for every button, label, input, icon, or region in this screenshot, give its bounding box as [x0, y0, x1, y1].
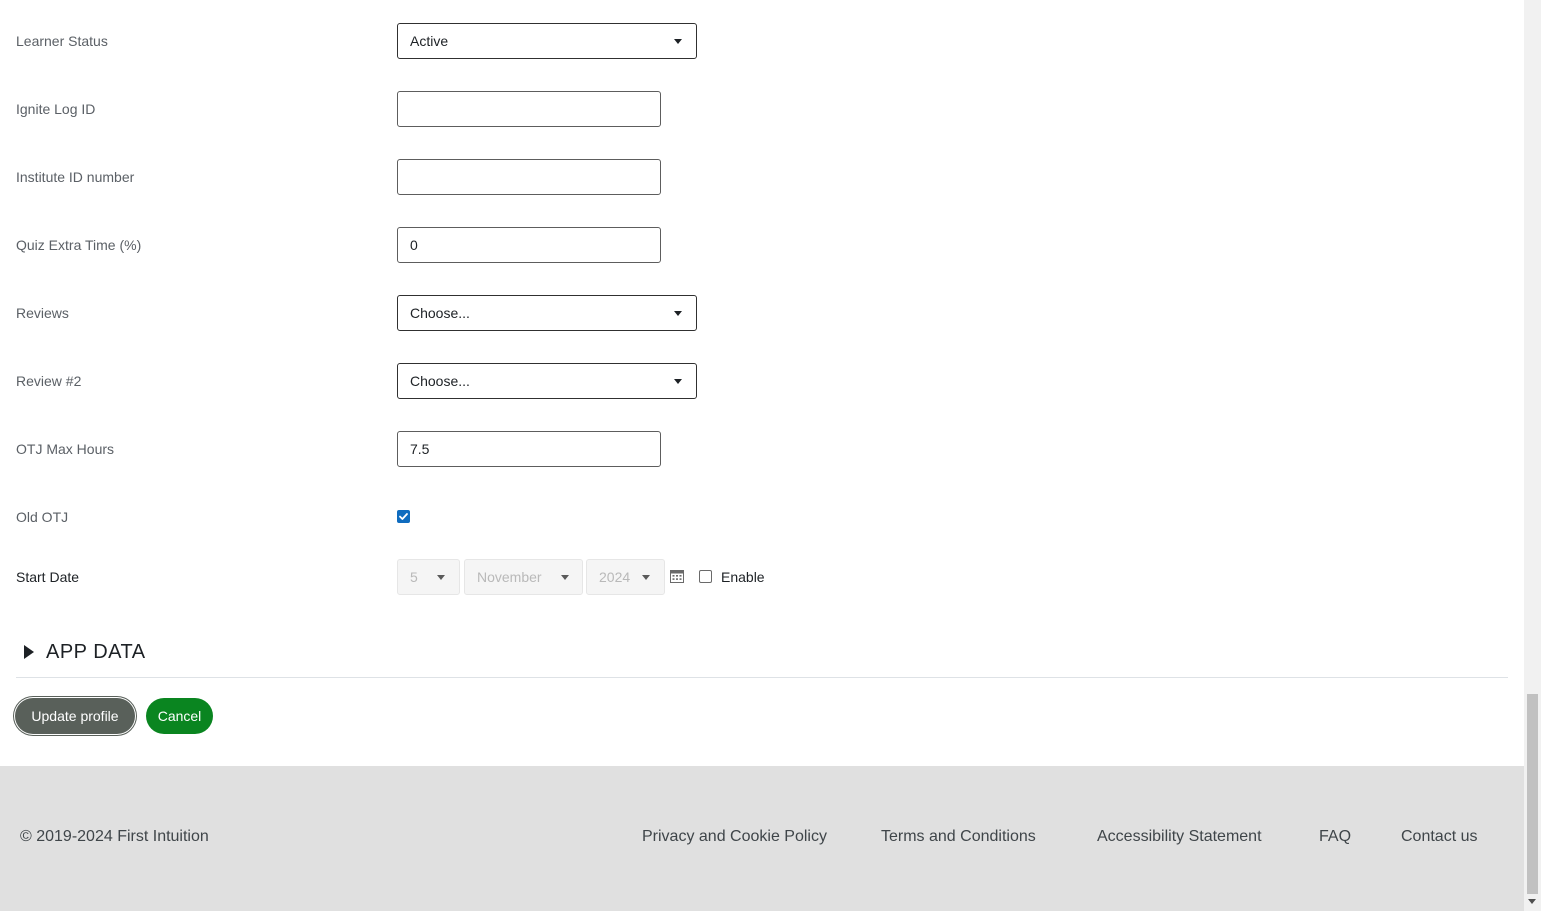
institute-id-label: Institute ID number — [16, 169, 135, 185]
quiz-extra-time-row: Quiz Extra Time (%) 0 — [0, 227, 1524, 263]
footer-link-privacy[interactable]: Privacy and Cookie Policy — [642, 826, 827, 848]
quiz-extra-time-label: Quiz Extra Time (%) — [16, 237, 142, 253]
calendar-icon[interactable] — [670, 569, 684, 583]
otj-max-hours-value: 7.5 — [410, 441, 430, 457]
start-date-year-select[interactable]: 2024 — [586, 559, 665, 595]
caret-down-icon — [674, 311, 682, 316]
learner-status-select[interactable]: Active — [397, 23, 697, 59]
learner-status-row: Learner Status Active — [0, 23, 1524, 59]
app-data-section-toggle[interactable]: APP DATA — [0, 634, 1524, 670]
review-2-label: Review #2 — [16, 373, 82, 389]
update-profile-button[interactable]: Update profile — [15, 698, 135, 734]
reviews-select[interactable]: Choose... — [397, 295, 697, 331]
checkmark-icon — [399, 513, 408, 520]
start-date-day-value: 5 — [410, 569, 418, 585]
footer-link-contact[interactable]: Contact us — [1401, 826, 1477, 848]
quiz-extra-time-value: 0 — [410, 237, 418, 253]
start-date-enable-checkbox[interactable] — [699, 570, 712, 583]
old-otj-checkbox[interactable] — [397, 510, 410, 523]
app-data-section-title: APP DATA — [46, 641, 146, 663]
review-2-select[interactable]: Choose... — [397, 363, 697, 399]
institute-id-row: Institute ID number — [0, 159, 1524, 195]
ignite-log-id-input[interactable] — [397, 91, 661, 127]
quiz-extra-time-input[interactable]: 0 — [397, 227, 661, 263]
footer-link-accessibility[interactable]: Accessibility Statement — [1097, 826, 1262, 848]
footer-link-faq[interactable]: FAQ — [1319, 826, 1351, 848]
start-date-row: Start Date 5 November 2024 Enable — [0, 559, 1524, 595]
footer: © 2019-2024 First Intuition Privacy and … — [0, 766, 1524, 911]
cancel-button[interactable]: Cancel — [146, 698, 213, 734]
old-otj-label: Old OTJ — [16, 509, 69, 525]
caret-down-icon — [437, 575, 445, 580]
caret-right-icon — [24, 645, 34, 659]
learner-status-value: Active — [410, 33, 449, 49]
review-2-row: Review #2 Choose... — [0, 363, 1524, 399]
reviews-label: Reviews — [16, 305, 69, 321]
ignite-log-id-row: Ignite Log ID — [0, 91, 1524, 127]
start-date-day-select[interactable]: 5 — [397, 559, 460, 595]
caret-down-icon — [561, 575, 569, 580]
start-date-enable-label[interactable]: Enable — [721, 559, 765, 595]
footer-link-terms[interactable]: Terms and Conditions — [881, 826, 1036, 848]
otj-max-hours-row: OTJ Max Hours 7.5 — [0, 431, 1524, 467]
start-date-month-select[interactable]: November — [464, 559, 583, 595]
institute-id-input[interactable] — [397, 159, 661, 195]
start-date-label: Start Date — [16, 569, 80, 585]
scrollbar-thumb[interactable] — [1527, 694, 1538, 894]
edit-profile-page: Learner Status Active Ignite Log ID Inst… — [0, 0, 1524, 911]
start-date-year-value: 2024 — [599, 569, 631, 585]
old-otj-row: Old OTJ — [0, 499, 1524, 535]
start-date-month-value: November — [477, 569, 542, 585]
review-2-value: Choose... — [410, 373, 470, 389]
reviews-row: Reviews Choose... — [0, 295, 1524, 331]
divider — [16, 677, 1508, 678]
learner-status-label: Learner Status — [16, 33, 108, 49]
caret-down-icon — [642, 575, 650, 580]
footer-copyright: © 2019-2024 First Intuition — [20, 828, 209, 845]
otj-max-hours-label: OTJ Max Hours — [16, 441, 115, 457]
caret-down-icon — [674, 39, 682, 44]
otj-max-hours-input[interactable]: 7.5 — [397, 431, 661, 467]
ignite-log-id-label: Ignite Log ID — [16, 101, 96, 117]
caret-down-icon — [674, 379, 682, 384]
reviews-value: Choose... — [410, 305, 470, 321]
scroll-down-arrow-icon[interactable] — [1528, 899, 1536, 904]
